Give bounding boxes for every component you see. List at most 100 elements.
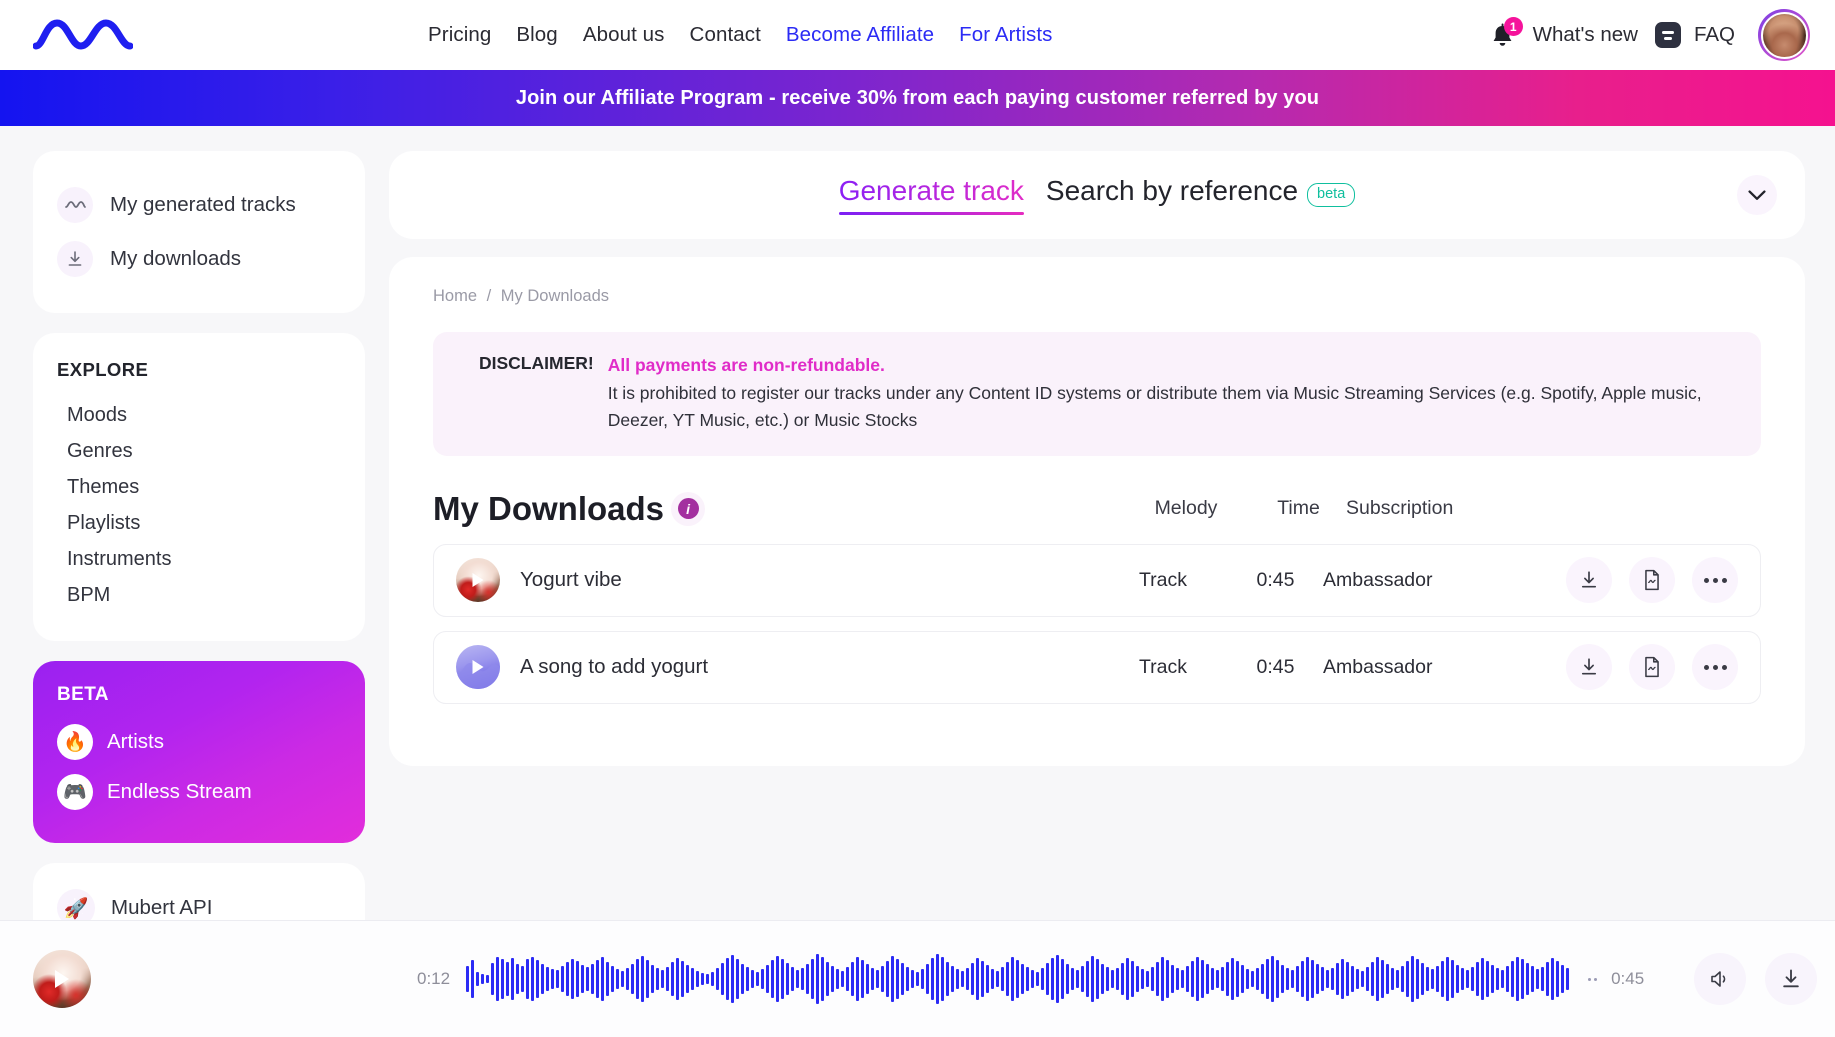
avatar[interactable] bbox=[1758, 9, 1810, 61]
waveform-bar bbox=[746, 967, 750, 991]
nav-link-contact[interactable]: Contact bbox=[690, 23, 761, 47]
waveform-bar bbox=[1331, 968, 1335, 990]
sidebar-item-artists[interactable]: 🔥 Artists bbox=[57, 717, 341, 767]
waveform-bar bbox=[1321, 967, 1325, 991]
waveform-bar bbox=[691, 968, 695, 990]
more-options-button[interactable] bbox=[1692, 557, 1738, 604]
waveform-bar bbox=[1566, 968, 1570, 990]
sidebar-item-my-downloads[interactable]: My downloads bbox=[33, 232, 365, 286]
faq-icon[interactable] bbox=[1654, 22, 1681, 48]
waveform-bar bbox=[936, 954, 940, 1004]
info-tooltip-button[interactable]: i bbox=[671, 491, 706, 526]
waveform-bar bbox=[511, 958, 515, 1000]
nav-link-pricing[interactable]: Pricing bbox=[428, 23, 491, 47]
download-button[interactable] bbox=[1566, 644, 1612, 691]
waveform-bar bbox=[921, 969, 925, 989]
nav-link-become-affiliate[interactable]: Become Affiliate bbox=[786, 23, 934, 47]
waveform-bar bbox=[871, 968, 875, 990]
sidebar-item-endless-stream[interactable]: 🎮 Endless Stream bbox=[57, 767, 341, 817]
tab-generate-track[interactable]: Generate track bbox=[838, 175, 1025, 215]
more-options-button[interactable] bbox=[1692, 644, 1738, 691]
waveform-bar bbox=[636, 959, 640, 999]
waveform-bar bbox=[861, 960, 865, 998]
sidebar-item-my-generated-tracks[interactable]: My generated tracks bbox=[33, 178, 365, 232]
waveform-scrubber[interactable] bbox=[466, 948, 1570, 1010]
waveform-bar bbox=[1376, 957, 1380, 1001]
player-total-time: 0:45 bbox=[1611, 969, 1645, 988]
waveform-bar bbox=[721, 963, 725, 995]
waveform-bar bbox=[876, 970, 880, 988]
waveform-bar bbox=[1531, 966, 1535, 992]
waveform-bar bbox=[481, 974, 485, 984]
volume-button[interactable] bbox=[1694, 953, 1747, 1005]
waveform-bar bbox=[1306, 957, 1310, 1001]
waveform-bar bbox=[486, 975, 490, 983]
whats-new-label[interactable]: What's new bbox=[1533, 23, 1638, 47]
top-navigation-bar: Pricing Blog About us Contact Become Aff… bbox=[0, 0, 1835, 70]
waveform-bar bbox=[1301, 961, 1305, 997]
waveform-bar bbox=[1416, 959, 1420, 999]
waveform-bar bbox=[771, 960, 775, 998]
waveform-bar bbox=[1441, 961, 1445, 997]
track-thumbnail[interactable] bbox=[456, 558, 500, 603]
nav-link-for-artists[interactable]: For Artists bbox=[959, 23, 1052, 47]
player-thumbnail[interactable] bbox=[33, 950, 91, 1008]
track-thumbnail[interactable] bbox=[456, 645, 500, 690]
faq-label[interactable]: FAQ bbox=[1694, 23, 1735, 47]
waveform-ellipsis bbox=[1588, 977, 1598, 981]
waveform-bar bbox=[716, 968, 720, 990]
sidebar-item-label: My generated tracks bbox=[110, 193, 296, 216]
waveform-bar bbox=[1231, 958, 1235, 1000]
sidebar-item-genres[interactable]: Genres bbox=[57, 433, 341, 469]
waveform-bar bbox=[1266, 959, 1270, 999]
waveform-bar bbox=[1041, 968, 1045, 990]
disclaimer-body: All payments are non-refundable. It is p… bbox=[608, 352, 1737, 435]
row-actions bbox=[1498, 557, 1738, 604]
waveform-bar bbox=[1251, 971, 1255, 987]
nav-link-blog[interactable]: Blog bbox=[516, 23, 557, 47]
sidebar-item-instruments[interactable]: Instruments bbox=[57, 541, 341, 577]
waveform-bar bbox=[901, 963, 905, 995]
waveform-bar bbox=[1081, 966, 1085, 992]
waveform-bar bbox=[931, 958, 935, 1000]
waveform-bar bbox=[531, 957, 535, 1001]
downloads-table-header: My Downloads i Melody Time Subscription bbox=[433, 490, 1761, 528]
waveform-bar bbox=[476, 972, 480, 986]
tab-search-by-reference[interactable]: Search by reference bbox=[1046, 175, 1298, 215]
cell-subscription: Ambassador bbox=[1323, 655, 1433, 678]
download-button[interactable] bbox=[1566, 557, 1612, 604]
collapse-panel-button[interactable] bbox=[1737, 175, 1777, 215]
sidebar-item-playlists[interactable]: Playlists bbox=[57, 505, 341, 541]
sidebar-item-label: My downloads bbox=[110, 247, 242, 270]
waveform-bar bbox=[1141, 969, 1145, 989]
waveform-bar bbox=[1136, 966, 1140, 992]
license-document-button[interactable] bbox=[1629, 557, 1675, 604]
sidebar-item-moods[interactable]: Moods bbox=[57, 397, 341, 433]
license-document-button[interactable] bbox=[1629, 644, 1675, 691]
table-row[interactable]: Yogurt vibe Track 0:45 Ambassador bbox=[433, 543, 1761, 617]
sidebar-item-bpm[interactable]: BPM bbox=[57, 577, 341, 613]
waveform-bar bbox=[1381, 960, 1385, 998]
waveform-bar bbox=[1181, 970, 1185, 988]
nav-link-about-us[interactable]: About us bbox=[583, 23, 665, 47]
waveform-bar bbox=[1316, 964, 1320, 994]
waveform-bar bbox=[1491, 965, 1495, 993]
table-row[interactable]: A song to add yogurt Track 0:45 Ambassad… bbox=[433, 630, 1761, 704]
notifications-button[interactable]: 1 bbox=[1490, 17, 1523, 50]
waveform-bar bbox=[1261, 964, 1265, 994]
sidebar-item-themes[interactable]: Themes bbox=[57, 469, 341, 505]
wave-icon bbox=[33, 19, 133, 50]
waveform-bar bbox=[1371, 962, 1375, 996]
waveform-bar bbox=[856, 957, 860, 1001]
waveform-bar bbox=[1421, 963, 1425, 995]
waveform-bar bbox=[1436, 966, 1440, 992]
player-download-button[interactable] bbox=[1765, 953, 1818, 1005]
download-icon bbox=[1581, 571, 1597, 588]
waveform-bar bbox=[566, 962, 570, 996]
affiliate-banner[interactable]: Join our Affiliate Program - receive 30%… bbox=[0, 70, 1835, 126]
mubert-logo[interactable] bbox=[33, 13, 153, 57]
waveform-bar bbox=[811, 959, 815, 999]
waveform-bar bbox=[831, 966, 835, 992]
breadcrumb-home[interactable]: Home bbox=[433, 287, 477, 305]
fire-icon: 🔥 bbox=[57, 724, 93, 760]
